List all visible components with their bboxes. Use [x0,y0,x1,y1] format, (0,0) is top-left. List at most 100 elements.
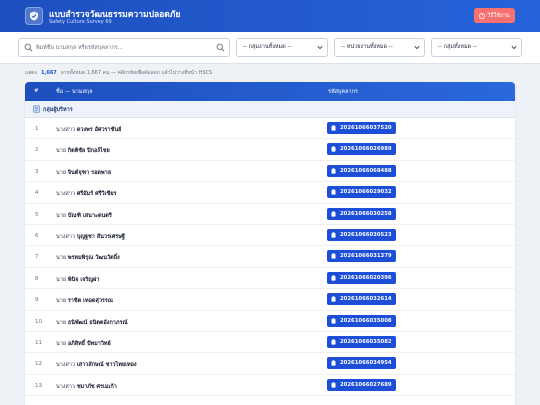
table-row: 5 นาย บัณฑิ เสนาะดนตรี 20261066030258 [25,204,515,225]
person-fullname: ราชิต เทอดสุวรรณ [67,298,113,305]
group-select[interactable]: -- กลุ่มทั้งหมด -- [431,38,522,57]
table-row: 13 นางสาว ชมาภัช ศรเมเก้า 20261066027689 [25,375,515,397]
row-number: 7 [35,254,39,261]
search-submit-icon[interactable] [216,43,225,52]
row-number: 8 [35,275,39,282]
table-row: 12 นางสาว เสาวลักษณ์ ชาวไทยเทอง 2026106603… [25,353,515,375]
table-row: 3 นาย จินต์จุฑา รอดพาล 20261066068488 [25,161,515,183]
personnel-code: 20261066032614 [340,296,392,303]
clipboard-icon [331,339,336,345]
table-row: 1 นางสาว ดวงพร อัศวราชันย์ 20261066037520 [25,118,515,140]
person-name: นาย พินิจ เจริญผ่า [56,276,99,284]
personnel-code: 20261066020396 [340,274,392,281]
group-icon [33,105,40,113]
copy-code-button[interactable]: 20261066029032 [327,186,396,199]
copy-code-button[interactable]: 20261066027689 [327,378,396,391]
person-name: นาย บัณฑิ เสนาะดนตรี [56,212,112,220]
person-fullname: ศรีอัมร์ ศรีวิเชียร [76,191,117,198]
chevron-down-icon [317,45,323,50]
column-header-number: # [34,88,39,94]
person-title: นางสาว [56,362,76,369]
copy-code-button[interactable]: 20261066026989 [327,143,396,156]
personnel-table: # ชื่อ — นามสกุล รหัสบุคลากร กลุ่มผู้บริ… [25,82,515,405]
personnel-code: 20261066068488 [340,167,392,174]
clipboard-icon [331,253,336,259]
copy-code-button[interactable]: 20261066035008 [327,314,396,327]
clipboard-icon [331,168,336,174]
person-title: นางสาว [56,234,76,240]
row-number: 3 [35,168,39,175]
help-button[interactable]: ? วิธีใช้งาน [474,8,515,23]
person-fullname: พินิจ เจริญผ่า [67,276,100,283]
person-fullname: อภิสิทธิ์ ปัทมาวิทย์ [67,341,111,347]
copy-code-button[interactable]: 20261066034954 [327,357,396,370]
person-name: นาย ราชิต เทอดสุวรรณ [56,297,113,305]
personnel-code: 20261066037520 [340,125,392,131]
question-icon: ? [479,12,486,19]
personnel-code: 20261066030523 [340,232,392,238]
person-name: นาย อภิสิทธิ์ ปัทมาวิทย์ [56,340,111,348]
personnel-code: 20261066026989 [340,146,392,153]
summary-prefix: แสดง [25,70,37,76]
search-input[interactable] [36,39,216,56]
person-title: นาย [56,319,67,326]
copy-code-button[interactable]: 20261066037520 [327,122,396,134]
person-fullname: ชมาภัช ศรเมเก้า [76,383,117,390]
copy-code-button[interactable]: 20261066030258 [327,207,396,220]
person-title: นางสาว [56,383,76,390]
search-box[interactable] [18,38,230,57]
row-number: 2 [35,147,39,154]
clipboard-icon [331,382,336,388]
chevron-down-icon [511,45,517,50]
shield-logo-icon [25,7,43,25]
person-fullname: กิตติชัย ปิกอง์ไชย [67,148,110,155]
row-number: 11 [35,340,42,346]
person-name: นาย จินต์จุฑา รอดพาล [56,169,111,177]
personnel-code: 20261066034954 [340,360,392,367]
clipboard-icon [331,360,336,366]
work-group-select-value: -- กลุ่มงานทั้งหมด -- [243,44,292,50]
person-name: นางสาว เสาวลักษณ์ ชาวไทยเทอง [56,361,137,369]
copy-code-button[interactable]: 20261066020396 [327,271,396,284]
person-name: นาย พรหมพิรุณ วัฒนวัตถิ์ง [56,254,120,262]
personnel-code: 20261066030258 [340,210,392,217]
work-group-select[interactable]: -- กลุ่มงานทั้งหมด -- [236,38,328,57]
column-header-name: ชื่อ — นามสกุล [56,89,93,95]
row-number: 1 [35,126,39,132]
row-number: 5 [35,211,39,218]
person-name: นาย ธนิพัฒน์ ธนิตตอังกาภรณ์ [56,319,128,327]
unit-select[interactable]: -- หน่วยงานทั้งหมด -- [334,38,425,57]
person-title: นางสาว [56,191,76,198]
clipboard-icon [331,146,336,152]
clipboard-icon [331,275,336,281]
summary-suffix: จากทั้งหมด 1,667 คน — คลิกรหัสเพื่อคัดลอ… [60,70,213,76]
copy-code-button[interactable]: 20261066035082 [327,336,396,348]
person-name: นางสาว ชมาภัช ศรเมเก้า [56,383,117,391]
person-name: นาย กิตติชัย ปิกอง์ไชย [56,147,110,155]
person-title: นาย [56,255,67,262]
copy-code-button[interactable]: 20261066032614 [327,293,396,306]
person-fullname: จินต์จุฑา รอดพาล [67,169,112,176]
copy-code-button[interactable]: 20261066030523 [327,229,396,241]
table-row: 2 นาย กิตติชัย ปิกอง์ไชย 20261066026989 [25,139,515,161]
result-summary: แสดง 1,667 จากทั้งหมด 1,667 คน — คลิกรหัสเ… [25,69,212,77]
person-title: นาย [56,148,67,155]
table-row: 7 นาย พรหมพิรุณ วัฒนวัตถิ์ง 20261066031379 [25,246,515,268]
personnel-code: 20261066031379 [340,253,392,260]
row-number: 13 [35,382,42,389]
row-number: 4 [35,190,39,197]
person-title: นาย [56,212,67,219]
copy-code-button[interactable]: 20261066068488 [327,164,396,177]
clipboard-icon [331,232,336,238]
app-header: แบบสำรวจวัฒนธรรมความปลอดภัย Safety Cultu… [0,0,540,32]
copy-code-button[interactable]: 20261066031379 [327,250,396,263]
column-header-code: รหัสบุคลากร [328,89,358,95]
filter-bar: -- กลุ่มงานทั้งหมด -- -- หน่วยงานทั้งหมด… [0,32,540,64]
person-fullname: พรหมพิรุณ วัฒนวัตถิ์ง [67,255,120,262]
person-name: นางสาว บุญฐชา สันวรเศรษฐี [56,233,125,241]
row-number: 12 [35,361,42,368]
table-row: 4 นางสาว ศรีอัมร์ ศรีวิเชียร 2026106602903… [25,182,515,204]
person-name: นางสาว ดวงพร อัศวราชันย์ [56,126,121,134]
personnel-code: 20261066035082 [340,339,392,345]
personnel-code: 20261066027689 [340,381,392,388]
